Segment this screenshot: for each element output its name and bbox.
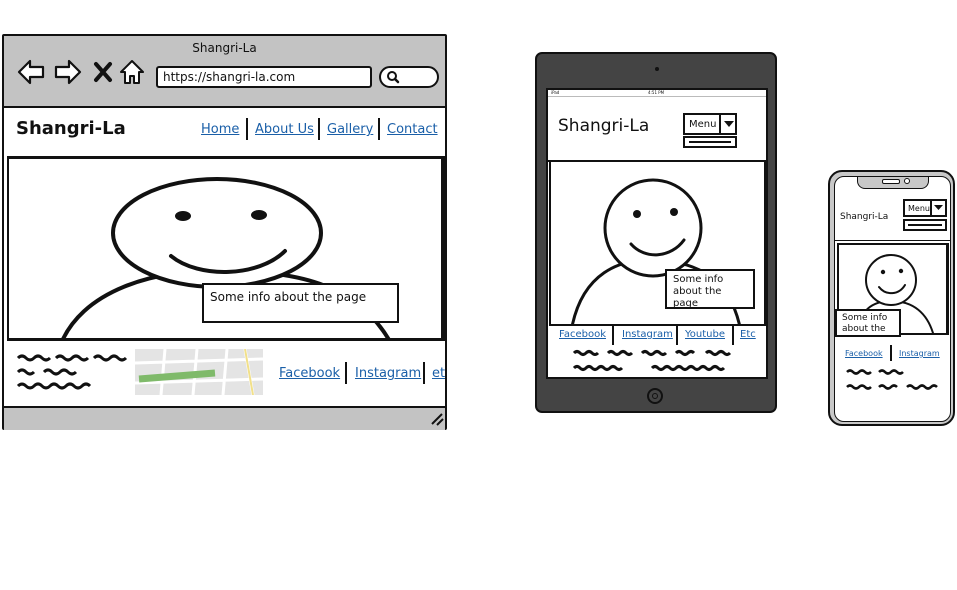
footer-facebook-link[interactable]: Facebook (559, 329, 606, 340)
scribbled-text-placeholder (846, 369, 938, 390)
tablet-status-bar: iPad 4:51 PM (548, 90, 766, 97)
footer-instagram-link[interactable]: Instagram (622, 329, 673, 340)
browser-search-field[interactable] (379, 66, 439, 88)
speaker-grille (882, 179, 900, 184)
scribbled-text-placeholder (572, 350, 732, 371)
map-thumbnail[interactable] (135, 349, 263, 395)
site-footer: Facebook Instagram etc (4, 344, 445, 406)
footer-instagram-link[interactable]: Instagram (355, 366, 421, 381)
menu-divider (719, 113, 721, 135)
footer-instagram-link[interactable]: Instagram (899, 349, 940, 358)
menu-divider (930, 199, 932, 217)
footer-facebook-link[interactable]: Facebook (845, 349, 883, 358)
menu-label: Menu (908, 204, 930, 213)
site-logo-text: Shangri-La (558, 116, 650, 136)
resize-grip-icon[interactable] (430, 412, 444, 426)
front-camera (904, 178, 910, 184)
home-icon[interactable] (118, 58, 146, 86)
menu-dropdown-list[interactable] (683, 136, 737, 148)
search-icon (386, 70, 400, 84)
site-logo-text: Shangri-La (840, 212, 889, 222)
forward-arrow-icon[interactable] (54, 58, 82, 86)
nav-divider (246, 118, 248, 140)
tablet-device: iPad 4:51 PM Shangri-La Menu Some info a… (535, 52, 777, 413)
tablet-screen: iPad 4:51 PM Shangri-La Menu Some info a… (546, 88, 768, 379)
front-camera (655, 67, 659, 71)
hero-info-box: Some info about the page (202, 283, 399, 323)
menu-dropdown-button[interactable]: Menu (903, 199, 947, 217)
hero-info-box: Some info about the page (665, 269, 755, 309)
header-divider (835, 240, 950, 241)
footer-divider (890, 345, 892, 361)
site-header: Shangri-La Home About Us Gallery Contact (4, 108, 445, 154)
nav-home-link[interactable]: Home (201, 122, 239, 137)
desktop-browser-window: Shangri-La https://shangri-la.com Shangr… (2, 34, 447, 430)
menu-placeholder-line (689, 141, 731, 143)
hero-info-box: Some info about the (835, 309, 901, 337)
nav-divider (318, 118, 320, 140)
chevron-down-icon (934, 205, 943, 211)
nav-divider (378, 118, 380, 140)
nav-gallery-link[interactable]: Gallery (327, 122, 373, 137)
status-time: 4:51 PM (648, 90, 665, 95)
menu-placeholder-line (908, 224, 942, 226)
footer-youtube-link[interactable]: Youtube (685, 329, 725, 340)
status-carrier: iPad (551, 90, 560, 95)
footer-divider (612, 325, 614, 345)
phone-device: Shangri-La Menu Some info about the Face… (828, 170, 955, 426)
footer-divider (345, 362, 347, 384)
browser-chrome: Shangri-La https://shangri-la.com (4, 36, 445, 108)
url-bar[interactable]: https://shangri-la.com (156, 66, 372, 88)
menu-label: Menu (689, 119, 717, 130)
footer-etc-link[interactable]: etc (432, 366, 445, 381)
footer-divider (732, 325, 734, 345)
browser-status-bar (4, 406, 445, 430)
scribbled-text-placeholder (16, 354, 128, 390)
close-icon[interactable] (92, 58, 120, 86)
back-arrow-icon[interactable] (17, 58, 45, 86)
site-logo-text: Shangri-La (16, 118, 126, 139)
menu-dropdown-list[interactable] (903, 219, 947, 231)
footer-etc-link[interactable]: Etc (740, 329, 756, 340)
menu-dropdown-button[interactable]: Menu (683, 113, 737, 135)
window-title: Shangri-La (192, 41, 257, 55)
footer-divider (423, 362, 425, 384)
nav-about-link[interactable]: About Us (255, 122, 314, 137)
footer-divider (676, 325, 678, 345)
phone-screen: Shangri-La Menu Some info about the Face… (834, 176, 951, 422)
footer-facebook-link[interactable]: Facebook (279, 366, 340, 381)
home-button-icon[interactable] (647, 388, 663, 404)
chevron-down-icon (724, 121, 734, 128)
nav-contact-link[interactable]: Contact (387, 122, 438, 137)
phone-notch (857, 177, 929, 189)
